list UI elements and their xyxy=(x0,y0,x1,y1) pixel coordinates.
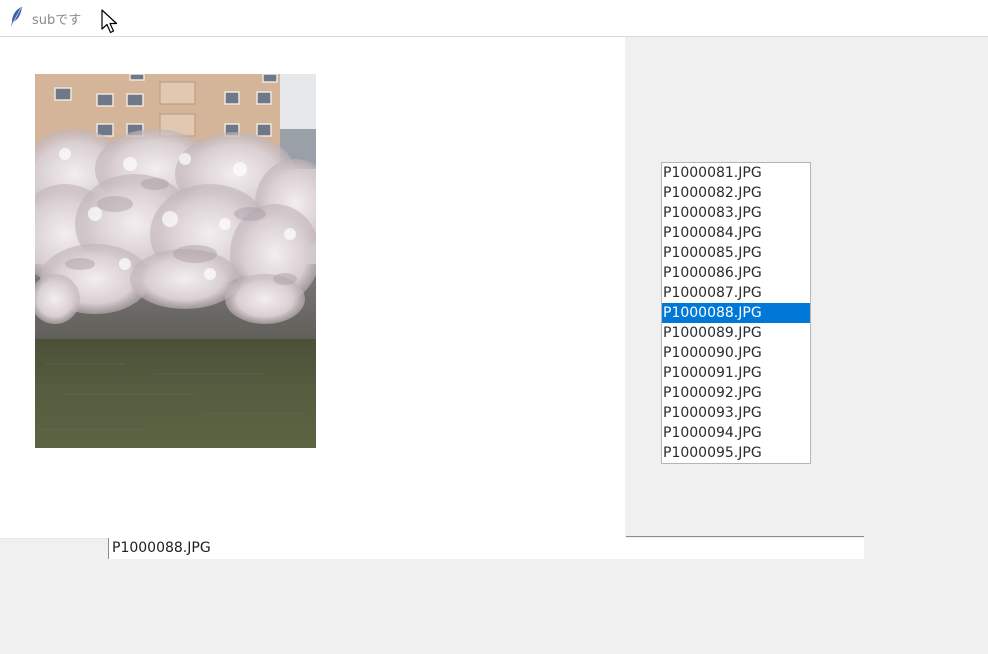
list-item[interactable]: P1000095.JPG xyxy=(662,443,810,463)
list-item[interactable]: P1000093.JPG xyxy=(662,403,810,423)
list-item[interactable]: P1000091.JPG xyxy=(662,363,810,383)
list-item[interactable]: P1000087.JPG xyxy=(662,283,810,303)
window-title: subです xyxy=(32,13,82,28)
feather-icon xyxy=(11,7,22,27)
list-item[interactable]: P1000086.JPG xyxy=(662,263,810,283)
list-item[interactable]: P1000082.JPG xyxy=(662,183,810,203)
list-item[interactable]: P1000084.JPG xyxy=(662,223,810,243)
mouse-pointer-icon xyxy=(101,9,118,34)
file-listbox[interactable]: P1000081.JPG P1000082.JPG P1000083.JPG P100… xyxy=(661,162,811,464)
list-item[interactable]: P1000089.JPG xyxy=(662,323,810,343)
list-item[interactable]: P1000081.JPG xyxy=(662,163,810,183)
title-bar: subです xyxy=(0,0,988,37)
list-item[interactable]: P1000088.JPG xyxy=(662,303,810,323)
list-item[interactable]: P1000094.JPG xyxy=(662,423,810,443)
list-item[interactable]: P1000092.JPG xyxy=(662,383,810,403)
list-item[interactable]: P1000090.JPG xyxy=(662,343,810,363)
list-item[interactable]: P1000083.JPG xyxy=(662,203,810,223)
filename-entry[interactable]: P1000088.JPG xyxy=(108,538,864,559)
filename-entry-value: P1000088.JPG xyxy=(112,540,211,556)
cherry-blossom-photo xyxy=(35,74,316,448)
list-item[interactable]: P1000085.JPG xyxy=(662,243,810,263)
divider xyxy=(626,536,864,537)
